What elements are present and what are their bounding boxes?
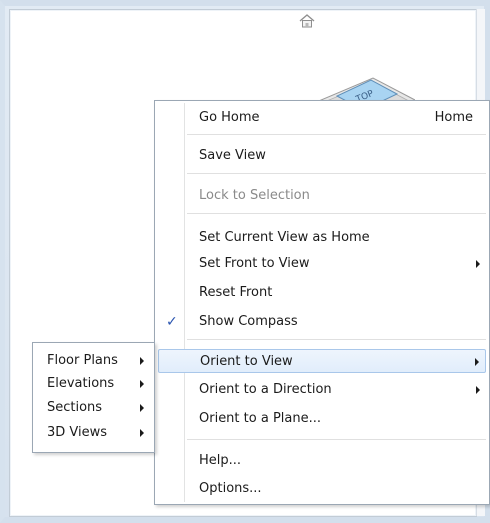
viewcube-context-menu: Go Home Home Save View Lock to Selection… bbox=[154, 100, 490, 505]
menu-item-label: Reset Front bbox=[199, 285, 273, 300]
menu-separator bbox=[187, 173, 486, 174]
menu-item-orient-to-a-direction[interactable]: Orient to a Direction bbox=[157, 378, 487, 402]
submenu-arrow-icon bbox=[476, 386, 480, 394]
submenu-item-sections[interactable]: Sections bbox=[35, 396, 152, 420]
menu-item-label: Save View bbox=[199, 148, 266, 163]
menu-item-label: Orient to a Direction bbox=[199, 382, 332, 397]
menu-item-label: Set Current View as Home bbox=[199, 230, 370, 245]
menu-item-go-home[interactable]: Go Home Home bbox=[157, 106, 487, 130]
submenu-arrow-icon bbox=[476, 260, 480, 268]
menu-item-show-compass[interactable]: ✓ Show Compass bbox=[157, 310, 487, 334]
menu-item-options[interactable]: Options... bbox=[157, 477, 487, 501]
menu-item-label: Go Home bbox=[199, 110, 260, 125]
submenu-item-3d-views[interactable]: 3D Views bbox=[35, 421, 152, 445]
submenu-arrow-icon bbox=[140, 429, 144, 437]
menu-item-save-view[interactable]: Save View bbox=[157, 144, 487, 168]
menu-separator bbox=[187, 439, 486, 440]
submenu-item-label: 3D Views bbox=[47, 425, 108, 440]
menu-item-label: Help... bbox=[199, 453, 242, 468]
menu-item-set-front-to-view[interactable]: Set Front to View bbox=[157, 252, 487, 276]
menu-item-shortcut: Home bbox=[434, 110, 473, 125]
submenu-arrow-icon bbox=[140, 380, 144, 388]
submenu-item-label: Sections bbox=[47, 400, 103, 415]
submenu-item-floor-plans[interactable]: Floor Plans bbox=[35, 349, 152, 373]
menu-item-label: Show Compass bbox=[199, 314, 298, 329]
submenu-item-elevations[interactable]: Elevations bbox=[35, 372, 152, 396]
menu-item-label: Options... bbox=[199, 481, 262, 496]
menu-item-reset-front[interactable]: Reset Front bbox=[157, 281, 487, 305]
menu-item-set-current-view-as-home[interactable]: Set Current View as Home bbox=[157, 226, 487, 250]
orient-to-view-submenu: Floor Plans Elevations Sections 3D Views bbox=[32, 342, 155, 453]
menu-item-label: Orient to View bbox=[200, 354, 293, 369]
home-icon[interactable] bbox=[298, 12, 316, 30]
menu-separator bbox=[187, 134, 486, 135]
submenu-arrow-icon bbox=[140, 357, 144, 365]
submenu-arrow-icon bbox=[140, 404, 144, 412]
menu-separator bbox=[187, 213, 486, 214]
submenu-item-label: Floor Plans bbox=[47, 353, 118, 368]
menu-item-label: Set Front to View bbox=[199, 256, 310, 271]
submenu-arrow-icon bbox=[475, 358, 479, 366]
menu-separator bbox=[187, 339, 486, 340]
checkmark-icon: ✓ bbox=[166, 314, 178, 330]
menu-item-label: Orient to a Plane... bbox=[199, 411, 321, 426]
menu-item-label: Lock to Selection bbox=[199, 188, 310, 203]
menu-item-orient-to-view[interactable]: Orient to View bbox=[158, 349, 486, 373]
menu-item-help[interactable]: Help... bbox=[157, 449, 487, 473]
menu-item-orient-to-a-plane[interactable]: Orient to a Plane... bbox=[157, 407, 487, 431]
submenu-item-label: Elevations bbox=[47, 376, 115, 391]
menu-item-lock-to-selection: Lock to Selection bbox=[157, 184, 487, 208]
